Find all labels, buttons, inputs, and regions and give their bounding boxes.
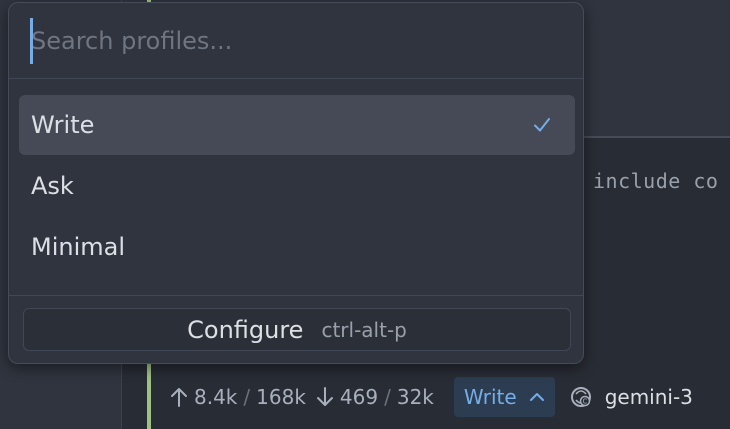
configure-label: Configure [187, 315, 304, 344]
git-gutter-added-marker [147, 364, 151, 429]
model-selector[interactable]: C gemini-3 [569, 385, 693, 409]
profile-search-input[interactable] [31, 19, 551, 63]
svg-text:C: C [582, 398, 587, 406]
input-token-count: 8.4k [194, 385, 238, 409]
profile-search-row [9, 3, 583, 79]
profile-list: Write Ask Minimal [19, 95, 575, 278]
arrow-down-icon [316, 387, 333, 406]
profile-item-write[interactable]: Write [19, 95, 575, 155]
profile-item-minimal[interactable]: Minimal [19, 217, 575, 277]
code-text-fragment: include co [593, 169, 719, 193]
message-editor-statusbar: 8.4k / 168k 469 / 32k Write C gemini-3 [160, 372, 730, 422]
token-usage: 8.4k / 168k 469 / 32k [160, 385, 434, 409]
chevron-up-icon [529, 393, 544, 401]
arrow-up-icon [171, 388, 187, 407]
configure-profiles-button[interactable]: Configure ctrl-alt-p [23, 308, 571, 351]
profile-item-label: Write [31, 111, 95, 139]
profile-picker-popover: Write Ask Minimal Configure ctrl-alt-p [8, 2, 584, 364]
ai-model-icon: C [570, 387, 591, 407]
token-separator: / [243, 385, 251, 409]
text-cursor [30, 18, 33, 64]
profile-item-label: Minimal [31, 233, 126, 261]
profile-item-label: Ask [31, 172, 74, 200]
profile-selector-button[interactable]: Write [453, 377, 555, 417]
token-separator: / [384, 385, 391, 409]
output-token-limit: 32k [396, 385, 434, 409]
agent-panel: include co 8.4k / 168k 469 / 32k Write C… [0, 0, 730, 429]
input-token-limit: 168k [256, 385, 306, 409]
keybinding-hint: ctrl-alt-p [321, 317, 407, 342]
profile-selector-label: Write [463, 385, 517, 409]
checkmark-icon [534, 118, 550, 132]
popover-divider [9, 295, 583, 296]
output-token-count: 469 [339, 385, 379, 409]
model-name: gemini-3 [604, 385, 693, 409]
profile-item-ask[interactable]: Ask [19, 156, 575, 216]
